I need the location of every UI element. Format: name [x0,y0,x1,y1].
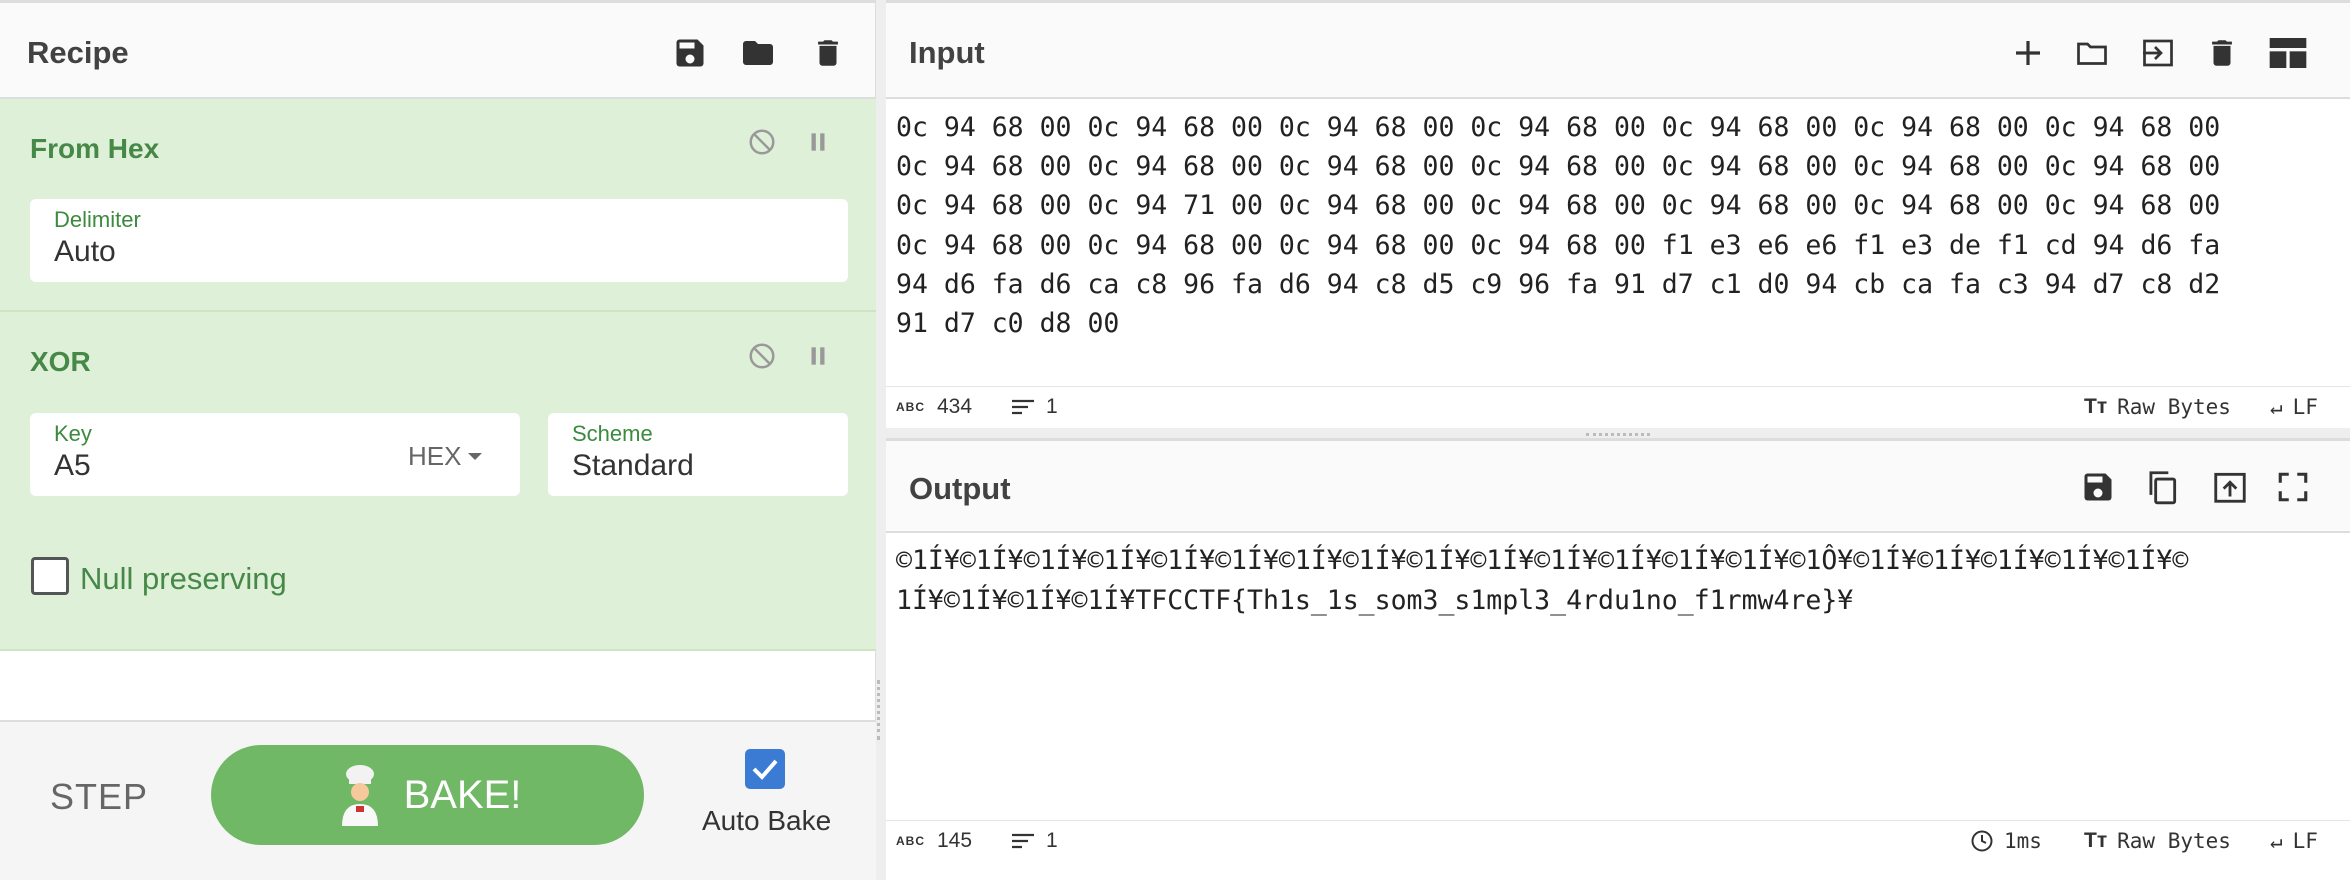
text-format-icon: Tт [2084,395,2108,418]
fullscreen-icon[interactable] [2271,465,2315,509]
field-label: Delimiter [54,207,141,232]
add-tab-icon[interactable] [2006,31,2050,75]
operation-title: From Hex [30,133,160,164]
abc-icon: ABC [896,834,925,848]
field-value: Auto [54,235,116,268]
output-time-value: 1ms [2004,829,2042,853]
output-length-value: 145 [937,829,973,852]
scheme-field[interactable]: Scheme Standard [548,413,848,496]
copy-icon[interactable] [2140,465,2184,509]
input-lines-value: 1 [1046,395,1058,418]
save-icon[interactable] [670,31,710,75]
layout-icon[interactable] [2266,31,2310,75]
input-textarea[interactable]: 0c 94 68 00 0c 94 68 00 0c 94 68 00 0c 9… [896,108,2346,343]
output-eol-value: LF [2292,829,2318,853]
save-output-icon[interactable] [2076,465,2120,509]
io-area: Input 0c 94 68 00 0c 94 68 00 0c 94 68 0… [886,0,2350,880]
auto-bake-label: Auto Bake [702,805,832,836]
check-icon [752,759,778,780]
output-encoding[interactable]: Tт Raw Bytes [2084,829,2231,853]
input-header: Input [886,0,2350,99]
key-format-dropdown[interactable]: HEX [408,441,483,472]
output-length: ABC 145 [896,829,972,853]
recipe-panel: Recipe From Hex Delimiter Auto XOR Key A… [0,0,876,880]
chef-icon [341,765,378,826]
field-value: A5 [54,449,91,482]
recipe-header: Recipe [0,0,875,99]
input-eol-value: LF [2292,395,2318,419]
disable-icon[interactable] [745,339,779,373]
output-status-bar: ABC 145 1 1ms Tт Raw Bytes ↵ LF [886,820,2350,862]
output-lines: 1 [1010,829,1058,853]
disable-icon[interactable] [745,125,779,159]
panel-divider[interactable] [876,0,886,880]
output-textarea[interactable]: ©1Í¥©1Í¥©1Í¥©1Í¥©1Í¥©1Í¥©1Í¥©1Í¥©1Í¥©1Í¥… [896,541,2346,620]
trash-icon[interactable] [808,31,848,75]
replace-input-icon[interactable] [2208,465,2252,509]
abc-icon: ABC [896,400,925,414]
input-encoding[interactable]: Tт Raw Bytes [2084,395,2231,419]
input-eol[interactable]: ↵ LF [2270,395,2318,419]
trash-icon[interactable] [2200,31,2244,75]
input-lines: 1 [1010,395,1058,419]
text-format-icon: Tт [2084,829,2108,852]
load-file-icon[interactable] [2136,31,2180,75]
input-status-bar: ABC 434 1 Tт Raw Bytes ↵ LF [886,386,2350,428]
input-title: Input [909,35,985,70]
pause-icon[interactable] [801,125,835,159]
bake-label: BAKE! [403,772,522,817]
output-header: Output [886,438,2350,533]
operation-from-hex[interactable]: From Hex Delimiter Auto [0,99,876,312]
open-folder-icon[interactable] [2070,31,2114,75]
output-lines-value: 1 [1046,829,1058,852]
clock-icon [1971,830,1993,852]
delimiter-field[interactable]: Delimiter Auto [30,199,848,282]
input-encoding-value: Raw Bytes [2117,395,2231,419]
key-field[interactable]: Key A5 HEX [30,413,520,496]
output-title: Output [909,471,1011,506]
output-time: 1ms [1970,829,2042,853]
return-icon: ↵ [2270,829,2283,853]
bake-button[interactable]: BAKE! [211,745,644,845]
pause-icon[interactable] [801,339,835,373]
key-format-label: HEX [408,441,462,471]
lines-icon [1012,399,1034,415]
field-label: Scheme [572,421,653,446]
divider-grip [877,680,885,740]
field-value: Standard [572,449,694,482]
input-length: ABC 434 [896,395,972,419]
step-button[interactable]: STEP [50,776,148,818]
folder-icon[interactable] [738,31,778,75]
recipe-title: Recipe [27,35,129,70]
null-preserving-checkbox[interactable] [31,557,69,595]
input-length-value: 434 [937,395,973,418]
auto-bake-checkbox[interactable] [745,749,785,789]
null-preserving-label: Null preserving [80,561,287,596]
output-eol[interactable]: ↵ LF [2270,829,2318,853]
io-divider-grip [1586,433,1650,436]
return-icon: ↵ [2270,395,2283,419]
field-label: Key [54,421,92,446]
controls-bar: STEP BAKE! Auto Bake [0,720,876,880]
operation-title: XOR [30,346,91,377]
lines-icon [1012,833,1034,849]
operation-xor[interactable]: XOR Key A5 HEX Scheme Standard Null pres… [0,312,876,651]
output-encoding-value: Raw Bytes [2117,829,2231,853]
caret-down-icon [468,452,483,460]
